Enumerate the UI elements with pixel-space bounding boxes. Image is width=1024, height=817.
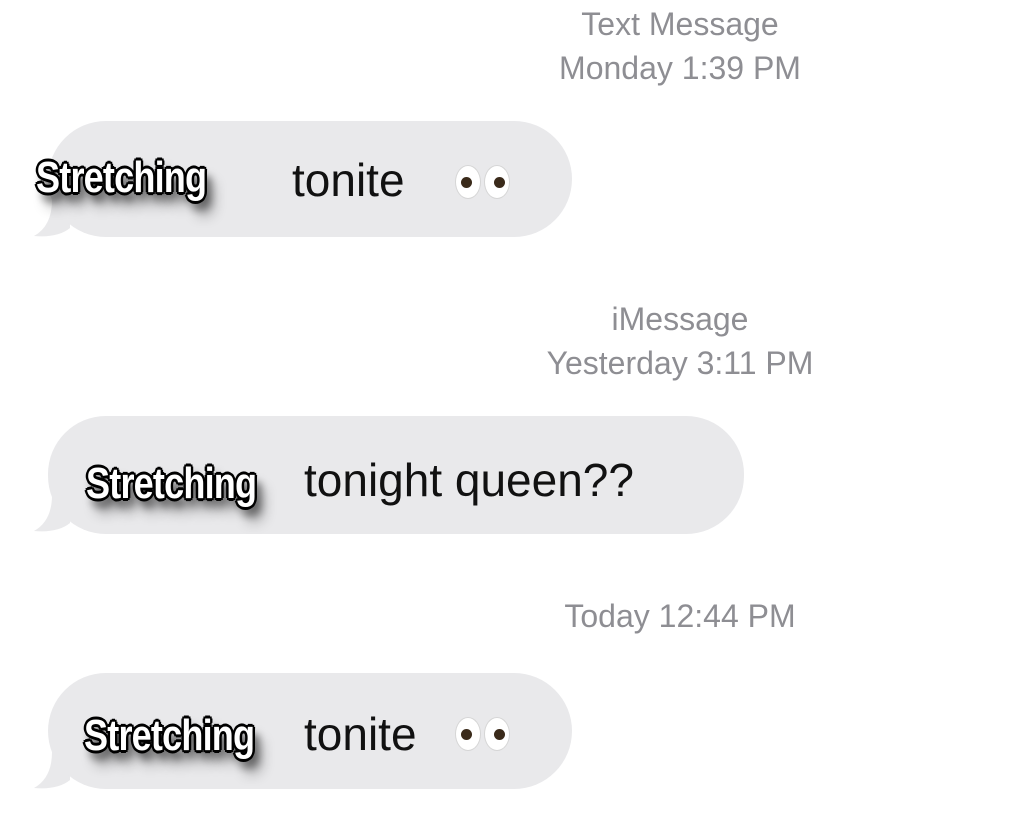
eye-right-icon — [484, 717, 510, 751]
overlay-caption: Stretching — [86, 459, 257, 508]
message-text: tonite — [304, 708, 417, 760]
message-meta-1: Text Message Monday 1:39 PM — [500, 2, 860, 90]
eye-right-icon — [484, 165, 510, 199]
overlay-caption: Stretching — [84, 711, 255, 760]
timestamp: Yesterday 3:11 PM — [546, 345, 814, 381]
message-meta-2: iMessage Yesterday 3:11 PM — [500, 297, 860, 385]
eye-left-icon — [455, 165, 481, 199]
message-text: tonight queen?? — [304, 454, 634, 506]
eye-left-icon — [455, 717, 481, 751]
eyes-emoji — [455, 165, 510, 199]
message-text: tonite — [292, 154, 405, 206]
overlay-caption: Stretching — [36, 153, 207, 202]
service-label: Text Message — [581, 6, 779, 42]
service-label: iMessage — [611, 301, 749, 337]
timestamp: Monday 1:39 PM — [559, 50, 801, 86]
timestamp: Today 12:44 PM — [564, 598, 796, 634]
message-meta-3: Today 12:44 PM — [500, 594, 860, 638]
eyes-emoji — [455, 717, 510, 751]
